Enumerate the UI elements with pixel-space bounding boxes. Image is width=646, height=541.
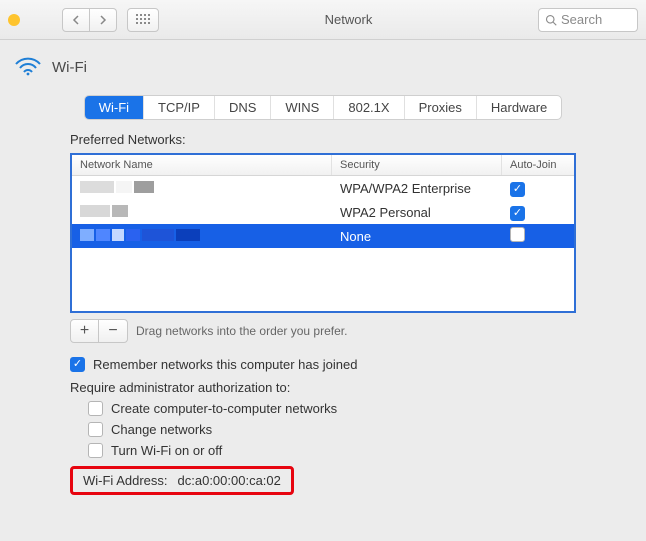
tabs-row: Wi-Fi TCP/IP DNS WINS 802.1X Proxies Har… bbox=[0, 95, 646, 120]
table-actions-row: + − Drag networks into the order you pre… bbox=[70, 319, 576, 343]
drag-hint-label: Drag networks into the order you prefer. bbox=[136, 324, 347, 338]
network-preferences-window: Network Search Wi-Fi Wi-Fi TCP/IP DNS WI… bbox=[0, 0, 646, 541]
table-row[interactable]: WPA/WPA2 Enterprise ✓ bbox=[72, 176, 574, 200]
grid-icon bbox=[136, 14, 150, 26]
wifi-address-highlight: Wi-Fi Address: dc:a0:00:00:ca:02 bbox=[70, 466, 294, 495]
tab-dns[interactable]: DNS bbox=[215, 96, 271, 119]
minimize-traffic-light[interactable] bbox=[8, 14, 20, 26]
remember-networks-label: Remember networks this computer has join… bbox=[93, 357, 357, 372]
col-header-autojoin[interactable]: Auto-Join bbox=[502, 155, 574, 175]
autojoin-checkbox[interactable] bbox=[510, 227, 525, 242]
autojoin-checkbox[interactable]: ✓ bbox=[510, 182, 525, 197]
table-header: Network Name Security Auto-Join bbox=[72, 155, 574, 176]
admin-checkbox[interactable] bbox=[88, 401, 103, 416]
content-area: Preferred Networks: Network Name Securit… bbox=[0, 132, 646, 495]
remove-network-button[interactable]: − bbox=[99, 320, 127, 342]
sheet-header: Wi-Fi bbox=[0, 40, 646, 89]
window-title: Network bbox=[165, 12, 532, 27]
col-header-name[interactable]: Network Name bbox=[72, 155, 332, 175]
sheet-title: Wi-Fi bbox=[52, 59, 87, 76]
cell-security: None bbox=[332, 227, 502, 246]
add-remove-stepper: + − bbox=[70, 319, 128, 343]
preferred-networks-label: Preferred Networks: bbox=[70, 132, 576, 147]
table-row[interactable]: None bbox=[72, 224, 574, 248]
admin-auth-heading: Require administrator authorization to: bbox=[70, 380, 576, 395]
back-button[interactable] bbox=[62, 8, 90, 32]
wifi-address-label: Wi-Fi Address: bbox=[83, 473, 168, 488]
tab-wifi[interactable]: Wi-Fi bbox=[85, 96, 144, 119]
admin-label: Change networks bbox=[111, 422, 212, 437]
tab-hardware[interactable]: Hardware bbox=[477, 96, 561, 119]
redacted-network-name bbox=[80, 180, 154, 194]
remember-networks-checkbox[interactable]: ✓ bbox=[70, 357, 85, 372]
wifi-address-value: dc:a0:00:00:ca:02 bbox=[178, 473, 281, 488]
admin-item: Create computer-to-computer networks bbox=[88, 401, 576, 416]
tab-wins[interactable]: WINS bbox=[271, 96, 334, 119]
tab-tcpip[interactable]: TCP/IP bbox=[144, 96, 215, 119]
cell-security: WPA2 Personal bbox=[332, 203, 502, 222]
cell-security: WPA/WPA2 Enterprise bbox=[332, 179, 502, 198]
admin-checkbox[interactable] bbox=[88, 443, 103, 458]
tab-proxies[interactable]: Proxies bbox=[405, 96, 477, 119]
preferred-networks-table: Network Name Security Auto-Join WPA/WPA2… bbox=[70, 153, 576, 313]
wifi-icon bbox=[14, 56, 42, 79]
grid-button[interactable] bbox=[127, 8, 159, 32]
admin-item: Change networks bbox=[88, 422, 576, 437]
search-placeholder: Search bbox=[561, 12, 602, 27]
search-icon bbox=[545, 14, 557, 26]
chevron-left-icon bbox=[71, 15, 81, 25]
nav-back-forward bbox=[62, 8, 117, 32]
table-row[interactable]: WPA2 Personal ✓ bbox=[72, 200, 574, 224]
col-header-security[interactable]: Security bbox=[332, 155, 502, 175]
admin-label: Turn Wi-Fi on or off bbox=[111, 443, 222, 458]
redacted-network-name bbox=[80, 228, 200, 242]
forward-button[interactable] bbox=[90, 8, 117, 32]
search-field[interactable]: Search bbox=[538, 8, 638, 32]
admin-label: Create computer-to-computer networks bbox=[111, 401, 337, 416]
admin-item: Turn Wi-Fi on or off bbox=[88, 443, 576, 458]
autojoin-checkbox[interactable]: ✓ bbox=[510, 206, 525, 221]
tab-8021x[interactable]: 802.1X bbox=[334, 96, 404, 119]
chevron-right-icon bbox=[98, 15, 108, 25]
titlebar: Network Search bbox=[0, 0, 646, 40]
redacted-network-name bbox=[80, 204, 128, 218]
remember-networks-row: ✓ Remember networks this computer has jo… bbox=[70, 357, 576, 372]
admin-auth-list: Create computer-to-computer networks Cha… bbox=[88, 401, 576, 458]
add-network-button[interactable]: + bbox=[71, 320, 99, 342]
admin-checkbox[interactable] bbox=[88, 422, 103, 437]
tabs: Wi-Fi TCP/IP DNS WINS 802.1X Proxies Har… bbox=[84, 95, 563, 120]
